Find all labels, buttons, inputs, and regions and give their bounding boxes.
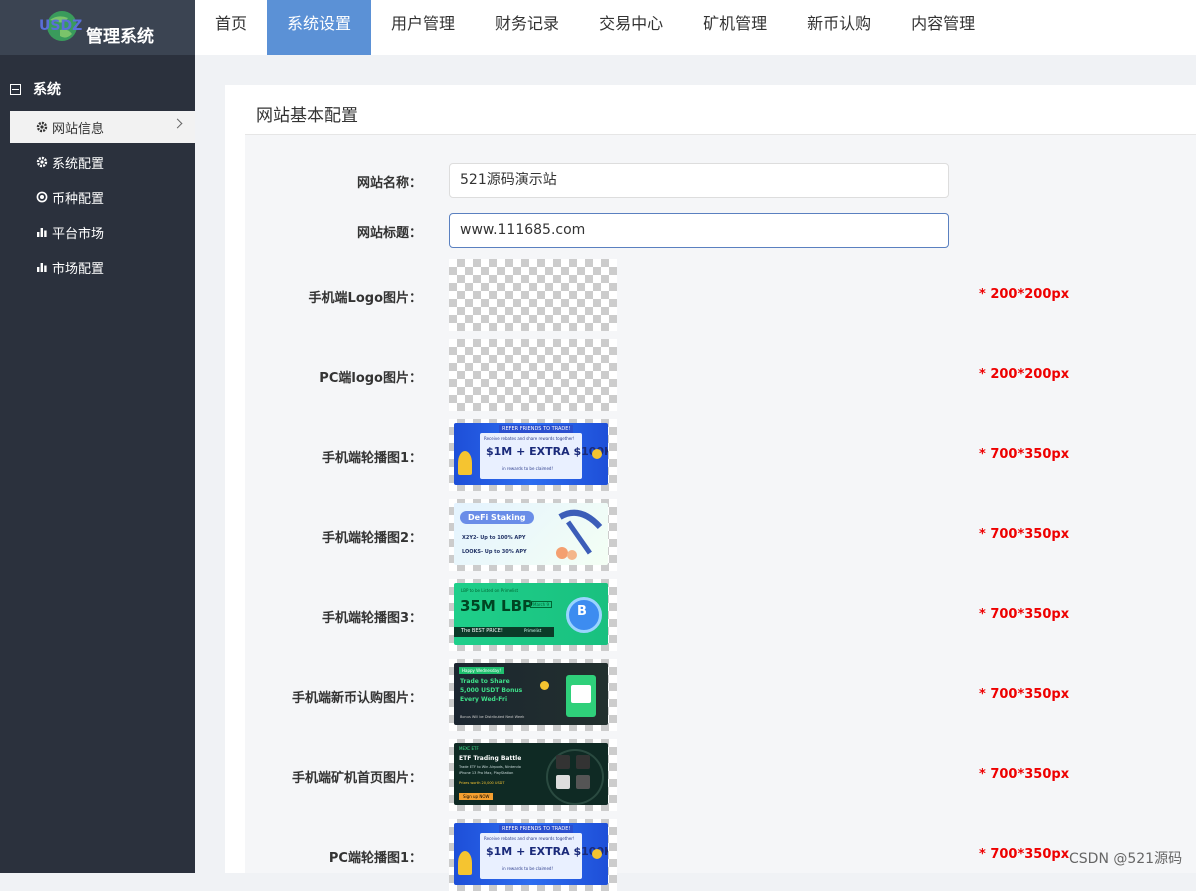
mobile-logo-upload[interactable] <box>449 259 617 331</box>
sidebar-item-site-info[interactable]: 网站信息 <box>10 111 195 143</box>
globe-logo-icon: USDZ <box>39 11 82 41</box>
moon-logo-icon <box>473 279 489 311</box>
gear-icon <box>36 121 48 133</box>
pc-banner-1-upload[interactable]: REFER FRIENDS TO TRADE! Receive rebates … <box>449 819 617 891</box>
banner-image-refer-friends: REFER FRIENDS TO TRADE! Receive rebates … <box>454 823 608 885</box>
nav-miner-management[interactable]: 矿机管理 <box>683 0 787 55</box>
sidebar-item-label: 币种配置 <box>52 191 105 207</box>
site-name-label: 网站名称： <box>356 176 422 191</box>
nav-finance-records[interactable]: 财务记录 <box>475 0 579 55</box>
mobile-banner-2-size-hint: * 700*350px <box>979 527 1070 542</box>
banner-image-trade-to-share: Happy Wednesday! Trade to Share 5,000 US… <box>454 663 608 725</box>
mobile-logo-label: 手机端Logo图片： <box>308 291 422 306</box>
mobile-logo-size-hint: * 200*200px <box>979 287 1070 302</box>
mobile-banner-1-size-hint: * 700*350px <box>979 447 1070 462</box>
watermark: CSDN @521源码 <box>1069 851 1183 867</box>
site-title-label: 网站标题： <box>356 226 422 241</box>
app-title: 管理系统 <box>86 27 154 47</box>
mobile-miner-home-image-label: 手机端矿机首页图片： <box>291 771 422 786</box>
pc-logo-size-hint: * 200*200px <box>979 367 1070 382</box>
sidebar-item-coin-config[interactable]: 币种配置 <box>10 181 195 213</box>
banner-image-etf-trading-battle: MEXC ETF ETF Trading Battle Trade ETF to… <box>454 743 608 805</box>
nav-system-settings[interactable]: 系统设置 <box>267 0 372 55</box>
pc-logo-upload[interactable] <box>449 339 617 411</box>
mobile-miner-home-image-upload[interactable]: MEXC ETF ETF Trading Battle Trade ETF to… <box>449 739 617 811</box>
nav-content-management[interactable]: 内容管理 <box>891 0 995 55</box>
sidebar-item-system-config[interactable]: 系统配置 <box>10 146 195 178</box>
mobile-banner-1-label: 手机端轮播图1： <box>321 451 422 466</box>
logo-area: USDZ 管理系统 <box>0 0 195 55</box>
site-name-input[interactable]: 521源码演示站 <box>449 163 949 198</box>
bar-chart-icon <box>37 228 47 237</box>
moon-logo-icon <box>469 357 487 393</box>
mobile-banner-1-upload[interactable]: REFER FRIENDS TO TRADE! Receive rebates … <box>449 419 617 491</box>
pc-logo-label: PC端logo图片： <box>319 371 422 386</box>
pc-banner-1-label: PC端轮播图1： <box>328 851 422 866</box>
nav-home[interactable]: 首页 <box>195 0 267 55</box>
bar-chart-icon <box>37 263 47 272</box>
sidebar-item-label: 系统配置 <box>52 156 105 172</box>
circle-dot-icon <box>36 191 48 203</box>
gear-icon <box>36 156 48 168</box>
mobile-banner-3-label: 手机端轮播图3： <box>321 611 422 626</box>
mobile-banner-2-upload[interactable]: DeFi Staking X2Y2- Up to 100% APY LOOKS-… <box>449 499 617 571</box>
sidebar-item-label: 网站信息 <box>52 121 105 137</box>
nav-new-coin-subscription[interactable]: 新币认购 <box>787 0 891 55</box>
nav-user-management[interactable]: 用户管理 <box>371 0 475 55</box>
sidebar-group-label: 系统 <box>33 82 61 98</box>
sidebar-item-platform-market[interactable]: 平台市场 <box>10 216 195 248</box>
logo-text: USDZ <box>39 18 82 34</box>
sidebar: 系统 网站信息 系统配置 币种配置 平台市场 市场配置 <box>0 55 195 873</box>
collapse-icon <box>10 83 21 95</box>
mobile-banner-3-upload[interactable]: LBP to be Listed on Primelist 35M LBP Ma… <box>449 579 617 651</box>
sidebar-item-label: 平台市场 <box>52 226 105 242</box>
mobile-new-coin-size-hint: * 700*350px <box>979 687 1070 702</box>
mobile-miner-home-size-hint: * 700*350px <box>979 767 1070 782</box>
pc-banner-1-size-hint: * 700*350px <box>979 847 1070 862</box>
chevron-right-icon <box>172 118 183 129</box>
banner-image-lbp-listing: LBP to be Listed on Primelist 35M LBP Ma… <box>454 583 608 645</box>
mobile-banner-3-size-hint: * 700*350px <box>979 607 1070 622</box>
site-title-input[interactable]: www.111685.com <box>449 213 949 248</box>
sidebar-item-market-config[interactable]: 市场配置 <box>10 251 195 283</box>
nav-trading-center[interactable]: 交易中心 <box>579 0 683 55</box>
mobile-banner-2-label: 手机端轮播图2： <box>321 531 422 546</box>
main-nav: 首页 系统设置 用户管理 财务记录 交易中心 矿机管理 新币认购 内容管理 <box>195 0 995 55</box>
mobile-new-coin-image-label: 手机端新币认购图片： <box>291 691 422 706</box>
banner-image-refer-friends: REFER FRIENDS TO TRADE! Receive rebates … <box>454 423 608 485</box>
mobile-new-coin-image-upload[interactable]: Happy Wednesday! Trade to Share 5,000 US… <box>449 659 617 731</box>
top-bar: USDZ 管理系统 首页 系统设置 用户管理 财务记录 交易中心 矿机管理 新币… <box>0 0 1196 55</box>
sidebar-group-system[interactable]: 系统 <box>10 79 61 99</box>
banner-image-defi-staking: DeFi Staking X2Y2- Up to 100% APY LOOKS-… <box>454 503 608 565</box>
sidebar-item-label: 市场配置 <box>52 261 105 277</box>
panel-title: 网站基本配置 <box>256 106 358 126</box>
